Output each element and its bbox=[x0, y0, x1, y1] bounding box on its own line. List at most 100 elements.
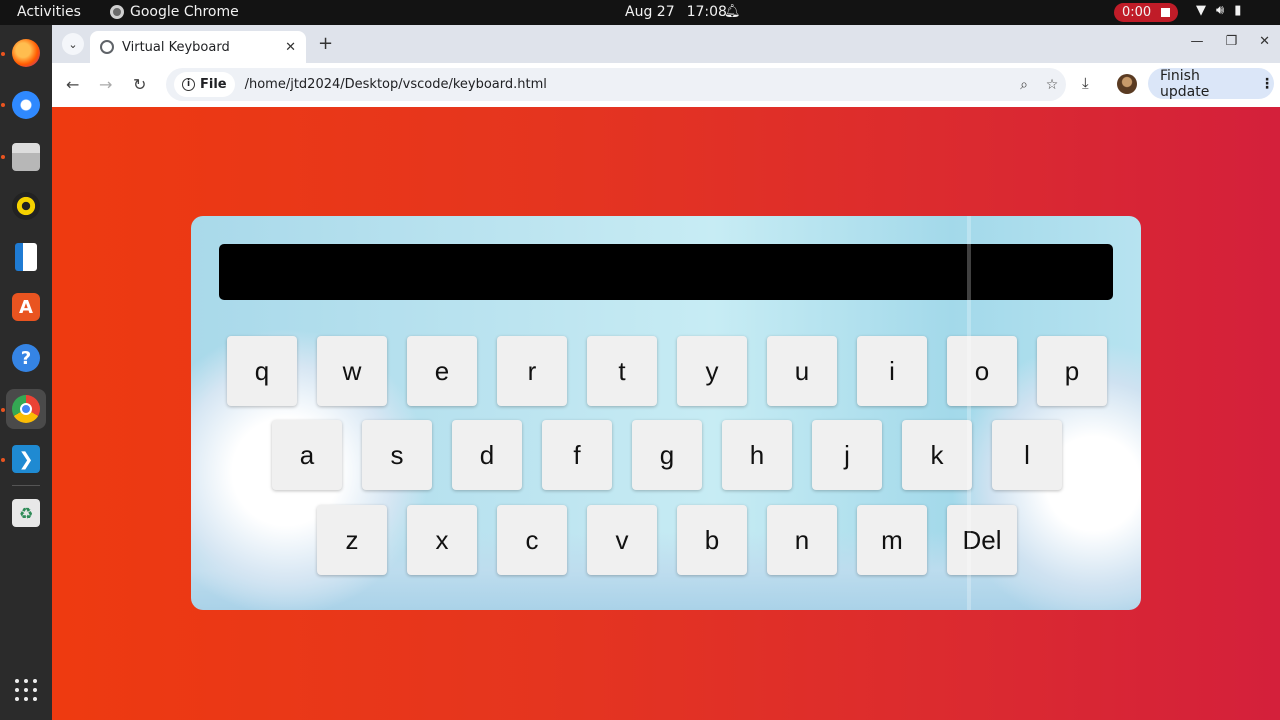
stop-recording-icon[interactable] bbox=[1161, 8, 1171, 17]
site-info-label: File bbox=[200, 77, 227, 92]
firefox-icon bbox=[12, 39, 40, 67]
key-t[interactable]: t bbox=[587, 336, 657, 406]
page-viewport: q w e r t y u i o p a s d f g h j k l z x c v b n m Del bbox=[52, 107, 1280, 720]
tab-strip: ⌄ Virtual Keyboard ✕ + — ❐ ✕ bbox=[52, 25, 1280, 63]
chrome-icon bbox=[12, 395, 40, 423]
chrome-small-icon bbox=[110, 5, 124, 19]
key-i[interactable]: i bbox=[857, 336, 927, 406]
dock: A ? ❯ ♻ bbox=[0, 25, 52, 720]
rhythmbox-launcher[interactable] bbox=[6, 186, 46, 226]
show-apps-icon[interactable] bbox=[15, 679, 37, 701]
key-g[interactable]: g bbox=[632, 420, 702, 490]
system-menu[interactable]: ▼ 🔊︎ ▮ bbox=[1196, 3, 1241, 18]
writer-launcher[interactable] bbox=[6, 237, 46, 277]
running-indicator bbox=[1, 52, 5, 56]
activities-button[interactable]: Activities bbox=[17, 4, 81, 20]
info-icon: i bbox=[182, 78, 195, 91]
key-w[interactable]: w bbox=[317, 336, 387, 406]
key-c[interactable]: c bbox=[497, 505, 567, 575]
tab-search-button[interactable]: ⌄ bbox=[62, 33, 84, 55]
restore-icon[interactable]: ❐ bbox=[1225, 34, 1237, 49]
zoom-icon[interactable]: ⌕ bbox=[1010, 77, 1038, 93]
key-e[interactable]: e bbox=[407, 336, 477, 406]
key-d[interactable]: d bbox=[452, 420, 522, 490]
forward-icon[interactable]: → bbox=[99, 75, 112, 94]
address-bar[interactable]: i File /home/jtd2024/Desktop/vscode/keyb… bbox=[166, 68, 1066, 101]
key-o[interactable]: o bbox=[947, 336, 1017, 406]
screen-recording-indicator[interactable]: 0:00 bbox=[1114, 3, 1178, 22]
dock-separator bbox=[12, 485, 40, 486]
app-name: Google Chrome bbox=[130, 4, 239, 20]
running-indicator bbox=[1, 408, 5, 412]
app-center-icon: A bbox=[12, 293, 40, 321]
profile-avatar[interactable] bbox=[1117, 74, 1137, 94]
key-f[interactable]: f bbox=[542, 420, 612, 490]
back-icon[interactable]: ← bbox=[66, 75, 79, 94]
key-j[interactable]: j bbox=[812, 420, 882, 490]
app-center-launcher[interactable]: A bbox=[6, 287, 46, 327]
chrome-launcher[interactable] bbox=[6, 389, 46, 429]
key-h[interactable]: h bbox=[722, 420, 792, 490]
key-n[interactable]: n bbox=[767, 505, 837, 575]
clock[interactable]: Aug 27 17:08 bbox=[625, 4, 727, 20]
chrome-window: ⌄ Virtual Keyboard ✕ + — ❐ ✕ ← → ↻ i Fil… bbox=[52, 25, 1280, 720]
key-delete[interactable]: Del bbox=[947, 505, 1017, 575]
vscode-icon: ❯ bbox=[12, 445, 40, 473]
download-icon[interactable]: ⤓ bbox=[1082, 74, 1089, 92]
running-indicator bbox=[1, 458, 5, 462]
kebab-menu-icon[interactable]: ⋮ bbox=[1260, 76, 1274, 92]
clock-time: 17:08 bbox=[686, 4, 727, 20]
reload-icon[interactable]: ↻ bbox=[133, 75, 146, 94]
window-controls: — ❐ ✕ bbox=[1190, 34, 1270, 49]
clock-date: Aug 27 bbox=[625, 4, 675, 20]
site-info-chip[interactable]: i File bbox=[174, 72, 235, 97]
bookmark-star-icon[interactable]: ☆ bbox=[1038, 77, 1066, 93]
key-r[interactable]: r bbox=[497, 336, 567, 406]
help-icon: ? bbox=[12, 344, 40, 372]
key-a[interactable]: a bbox=[272, 420, 342, 490]
tab-virtual-keyboard[interactable]: Virtual Keyboard ✕ bbox=[90, 31, 306, 63]
notification-bell-icon: 🔔︎ bbox=[724, 4, 741, 19]
gnome-top-bar: Activities Google Chrome Aug 27 17:08 🔔︎… bbox=[0, 0, 1280, 25]
tab-title: Virtual Keyboard bbox=[122, 39, 230, 55]
key-b[interactable]: b bbox=[677, 505, 747, 575]
key-x[interactable]: x bbox=[407, 505, 477, 575]
app-menu[interactable]: Google Chrome bbox=[110, 4, 239, 20]
minimize-icon[interactable]: — bbox=[1190, 34, 1203, 49]
key-v[interactable]: v bbox=[587, 505, 657, 575]
close-tab-icon[interactable]: ✕ bbox=[285, 40, 296, 55]
key-u[interactable]: u bbox=[767, 336, 837, 406]
finish-update-button[interactable]: Finish update ⋮ bbox=[1148, 67, 1274, 100]
rhythmbox-icon bbox=[12, 192, 40, 220]
files-launcher[interactable] bbox=[6, 137, 46, 177]
browser-toolbar: ← → ↻ i File /home/jtd2024/Desktop/vscod… bbox=[52, 63, 1280, 107]
close-window-icon[interactable]: ✕ bbox=[1259, 34, 1270, 49]
vscode-launcher[interactable]: ❯ bbox=[6, 439, 46, 479]
key-y[interactable]: y bbox=[677, 336, 747, 406]
chevron-down-icon: ⌄ bbox=[68, 37, 78, 51]
key-m[interactable]: m bbox=[857, 505, 927, 575]
globe-icon bbox=[100, 40, 114, 54]
key-k[interactable]: k bbox=[902, 420, 972, 490]
running-indicator bbox=[1, 103, 5, 107]
trash-icon: ♻ bbox=[12, 499, 40, 527]
key-q[interactable]: q bbox=[227, 336, 297, 406]
firefox-launcher[interactable] bbox=[6, 33, 46, 73]
url-text[interactable]: /home/jtd2024/Desktop/vscode/keyboard.ht… bbox=[245, 77, 1010, 92]
key-l[interactable]: l bbox=[992, 420, 1062, 490]
key-p[interactable]: p bbox=[1037, 336, 1107, 406]
volume-icon: 🔊︎ bbox=[1216, 3, 1225, 18]
keyboard-container: q w e r t y u i o p a s d f g h j k l z x c v b n m Del bbox=[191, 216, 1141, 610]
trash-launcher[interactable]: ♻ bbox=[6, 493, 46, 533]
new-tab-button[interactable]: + bbox=[318, 33, 333, 54]
running-indicator bbox=[1, 155, 5, 159]
key-z[interactable]: z bbox=[317, 505, 387, 575]
finish-update-label: Finish update bbox=[1160, 67, 1210, 100]
key-s[interactable]: s bbox=[362, 420, 432, 490]
files-icon bbox=[12, 143, 40, 171]
recording-time: 0:00 bbox=[1122, 5, 1152, 20]
thunderbird-launcher[interactable] bbox=[6, 85, 46, 125]
thunderbird-icon bbox=[12, 91, 40, 119]
help-launcher[interactable]: ? bbox=[6, 338, 46, 378]
wifi-icon: ▼ bbox=[1196, 3, 1206, 18]
